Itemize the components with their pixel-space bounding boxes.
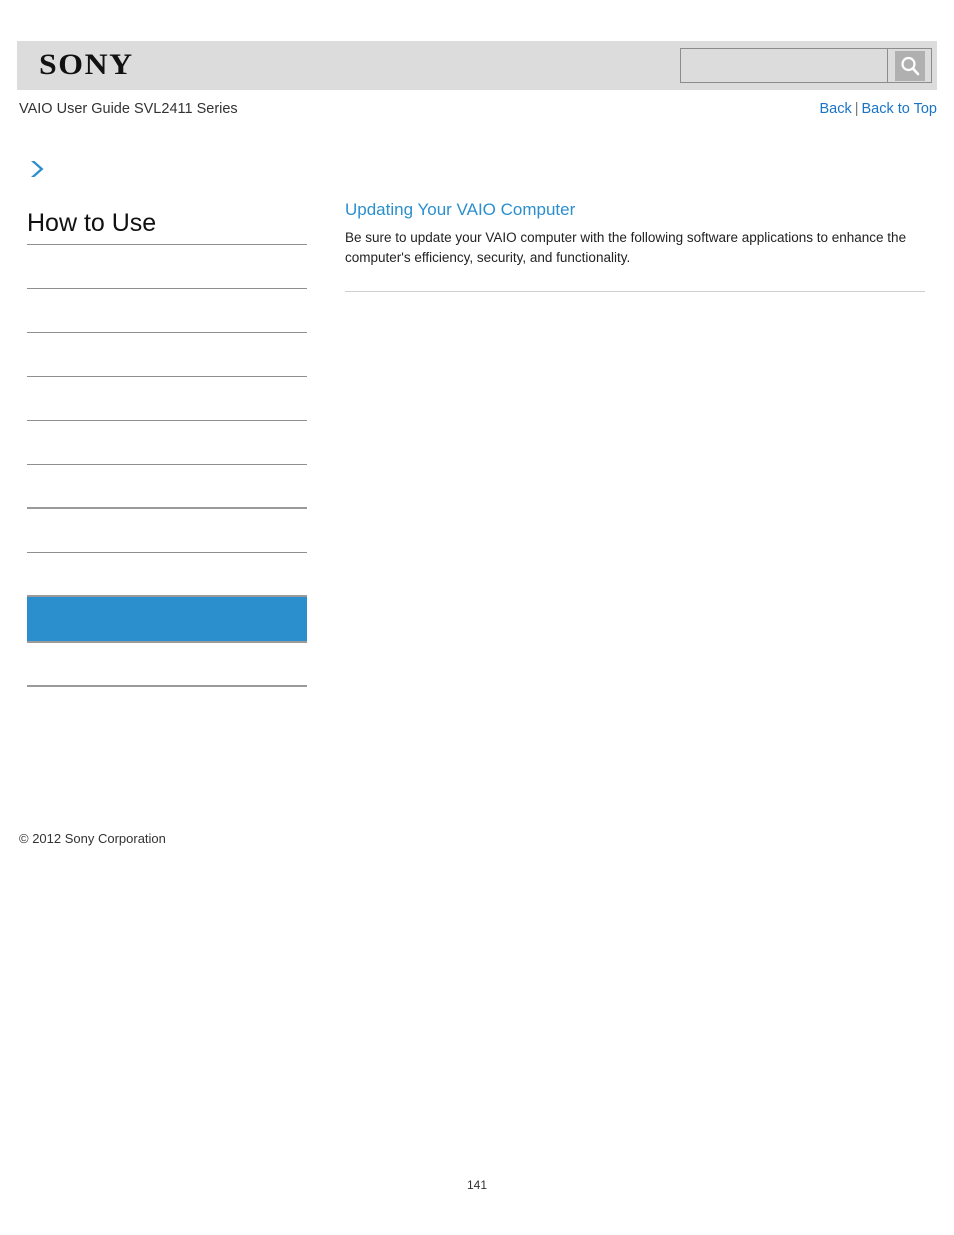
chevron-right-icon[interactable] xyxy=(27,158,47,180)
page-number: 141 xyxy=(466,1178,488,1192)
sidebar-item-7[interactable] xyxy=(27,509,307,553)
main-content: Updating Your VAIO Computer Be sure to u… xyxy=(345,199,925,292)
guide-title: VAIO User Guide SVL2411 Series xyxy=(19,101,238,117)
search-button[interactable] xyxy=(887,49,931,82)
page-body-text: Be sure to update your VAIO computer wit… xyxy=(345,230,907,265)
content-divider xyxy=(345,291,925,292)
header-bar: SONY xyxy=(17,41,937,90)
sidebar-heading: How to Use xyxy=(27,208,307,245)
sidebar-item-3[interactable] xyxy=(27,333,307,377)
sidebar-item-8[interactable] xyxy=(27,553,307,597)
sidebar-item-2[interactable] xyxy=(27,289,307,333)
copyright-text: © 2012 Sony Corporation xyxy=(19,831,166,846)
sidebar-item-selected[interactable] xyxy=(27,597,307,643)
sidebar-item-4[interactable] xyxy=(27,377,307,421)
back-to-top-link[interactable]: Back to Top xyxy=(861,101,937,117)
sidebar-item-10[interactable] xyxy=(27,643,307,687)
header-nav-links: Back | Back to Top xyxy=(819,101,937,117)
page-title: Updating Your VAIO Computer xyxy=(345,200,576,219)
sony-logo: SONY xyxy=(39,48,134,81)
search-icon xyxy=(894,50,925,81)
sidebar-item-1[interactable] xyxy=(27,245,307,289)
search-box xyxy=(680,48,932,83)
back-link[interactable]: Back xyxy=(819,101,851,117)
search-input[interactable] xyxy=(681,49,887,82)
sidebar-item-5[interactable] xyxy=(27,421,307,465)
sidebar: How to Use xyxy=(27,158,307,687)
sidebar-item-6[interactable] xyxy=(27,465,307,509)
